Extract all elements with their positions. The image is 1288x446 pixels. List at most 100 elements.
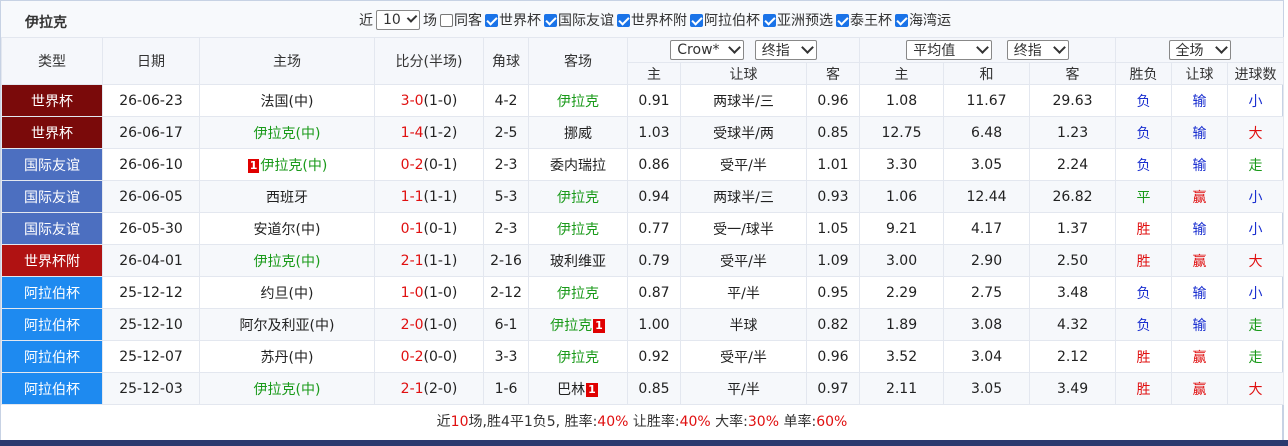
match-score[interactable]: 2-1(1-1) (374, 244, 484, 277)
sub-euro-draw: 和 (943, 62, 1031, 85)
home-team[interactable]: 安道尔(中) (199, 212, 375, 245)
match-date: 25-12-10 (102, 308, 200, 341)
euro-home-odds: 1.89 (859, 308, 945, 341)
away-team[interactable]: 伊拉克 (528, 84, 628, 117)
match-score[interactable]: 1-0(1-0) (374, 276, 484, 309)
home-team[interactable]: 西班牙 (199, 180, 375, 213)
home-team[interactable]: 法国(中) (199, 84, 375, 117)
away-team-name: 伊拉克 (557, 285, 599, 302)
euro-away-odds: 1.23 (1029, 116, 1117, 149)
match-score[interactable]: 0-1(0-1) (374, 212, 484, 245)
competition-filter[interactable]: 世界杯 (485, 10, 541, 30)
full-time-score: 2-1 (400, 252, 424, 269)
same-host-filter[interactable]: 同客 (440, 10, 482, 30)
home-team[interactable]: 约旦(中) (199, 276, 375, 309)
competition-checkbox[interactable] (485, 13, 498, 27)
match-score[interactable]: 0-2(0-1) (374, 148, 484, 181)
competition-filter[interactable]: 世界杯附 (617, 10, 687, 30)
euro-odds-select[interactable]: 终指 (1006, 40, 1069, 60)
handicap-line: 受一/球半 (680, 212, 807, 245)
competition-filter[interactable]: 阿拉伯杯 (690, 10, 760, 30)
company-select[interactable]: Crow* (670, 40, 745, 60)
summary-win-rate: 40% (597, 414, 629, 430)
competition-checkbox[interactable] (617, 13, 630, 27)
handicap-away-odds: 0.96 (805, 84, 861, 117)
same-host-checkbox[interactable] (440, 13, 453, 27)
home-team[interactable]: 伊拉克(中) (199, 244, 375, 277)
competition-filter[interactable]: 亚洲预选 (763, 10, 833, 30)
competition-type: 世界杯 (1, 84, 103, 117)
handicap-result: 赢 (1171, 244, 1229, 277)
match-score[interactable]: 1-1(1-1) (374, 180, 484, 213)
col-date: 日期 (102, 37, 200, 85)
competition-filter[interactable]: 国际友谊 (544, 10, 614, 30)
match-count-value: 10 (383, 12, 401, 28)
away-team[interactable]: 玻利维亚 (528, 244, 628, 277)
result-group-header: 全场 (1115, 37, 1285, 63)
competition-checkbox[interactable] (690, 13, 703, 27)
goals-result: 走 (1227, 308, 1285, 341)
filter-bar: 近 10 场 同客 世界杯 国际友谊 世界杯附 阿拉伯杯 亚洲预选 泰王杯 海湾运 (359, 10, 951, 30)
match-score[interactable]: 3-0(1-0) (374, 84, 484, 117)
away-team[interactable]: 巴林 1 (528, 372, 628, 405)
col-corner: 角球 (483, 37, 529, 85)
competition-filter[interactable]: 泰王杯 (836, 10, 892, 30)
competition-checkbox[interactable] (544, 13, 557, 27)
scope-select[interactable]: 全场 (1168, 40, 1231, 60)
handicap-result: 输 (1171, 308, 1229, 341)
home-team-name: 约旦(中) (260, 285, 314, 302)
competition-checkbox[interactable] (763, 13, 776, 27)
competition-label: 国际友谊 (558, 13, 614, 29)
match-score[interactable]: 2-0(1-0) (374, 308, 484, 341)
away-team[interactable]: 伊拉克 1 (528, 308, 628, 341)
match-count-select[interactable]: 10 (376, 10, 420, 30)
handicap-home-odds: 0.92 (627, 340, 681, 373)
table-row: 世界杯附 26-04-01 伊拉克(中) 2-1(1-1) 2-16 玻利维亚 0.79 受平… (1, 244, 1285, 277)
euro-away-odds: 2.12 (1029, 340, 1117, 373)
home-team[interactable]: 阿尔及利亚(中) (199, 308, 375, 341)
competition-checkbox[interactable] (836, 13, 849, 27)
match-date: 25-12-07 (102, 340, 200, 373)
away-team[interactable]: 伊拉克 (528, 340, 628, 373)
euro-draw-odds: 3.08 (943, 308, 1031, 341)
win-loss-result: 胜 (1115, 372, 1173, 405)
full-time-score: 2-0 (400, 316, 424, 333)
chevron-down-icon (728, 41, 742, 54)
away-team[interactable]: 伊拉克 (528, 212, 628, 245)
half-time-score: (2-0) (423, 380, 458, 397)
handicap-odds-select[interactable]: 终指 (754, 40, 817, 60)
euro-away-odds: 4.32 (1029, 308, 1117, 341)
sub-euro-home: 主 (859, 62, 945, 85)
win-loss-result: 胜 (1115, 244, 1173, 277)
match-score[interactable]: 2-1(2-0) (374, 372, 484, 405)
away-team[interactable]: 伊拉克 (528, 180, 628, 213)
handicap-line: 平/半 (680, 276, 807, 309)
home-team[interactable]: 伊拉克(中) (199, 116, 375, 149)
handicap-line: 受球半/两 (680, 116, 807, 149)
home-team[interactable]: 伊拉克(中) (199, 372, 375, 405)
competition-type: 世界杯附 (1, 244, 103, 277)
handicap-odds-value: 终指 (761, 43, 790, 59)
goals-result: 走 (1227, 148, 1285, 181)
away-team[interactable]: 委内瑞拉 (528, 148, 628, 181)
competition-checkbox[interactable] (895, 13, 908, 27)
red-card-badge: 1 (593, 318, 605, 333)
away-team[interactable]: 挪威 (528, 116, 628, 149)
competition-filter[interactable]: 海湾运 (895, 10, 951, 30)
match-score[interactable]: 1-4(1-2) (374, 116, 484, 149)
home-team[interactable]: 苏丹(中) (199, 340, 375, 373)
handicap-line: 受平/半 (680, 340, 807, 373)
match-date: 25-12-03 (102, 372, 200, 405)
goals-result: 小 (1227, 212, 1285, 245)
company-select-value: Crow* (677, 42, 720, 58)
corner-score: 5-3 (483, 180, 529, 213)
euro-draw-odds: 3.05 (943, 148, 1031, 181)
competition-type: 阿拉伯杯 (1, 372, 103, 405)
away-team[interactable]: 伊拉克 (528, 276, 628, 309)
corner-score: 4-2 (483, 84, 529, 117)
home-team[interactable]: 1 伊拉克(中) (199, 148, 375, 181)
match-score[interactable]: 0-2(0-0) (374, 340, 484, 373)
table-row: 国际友谊 26-05-30 安道尔(中) 0-1(0-1) 2-3 伊拉克 0.77 受一/球… (1, 212, 1285, 245)
average-select[interactable]: 平均值 (906, 40, 993, 60)
handicap-result: 输 (1171, 84, 1229, 117)
